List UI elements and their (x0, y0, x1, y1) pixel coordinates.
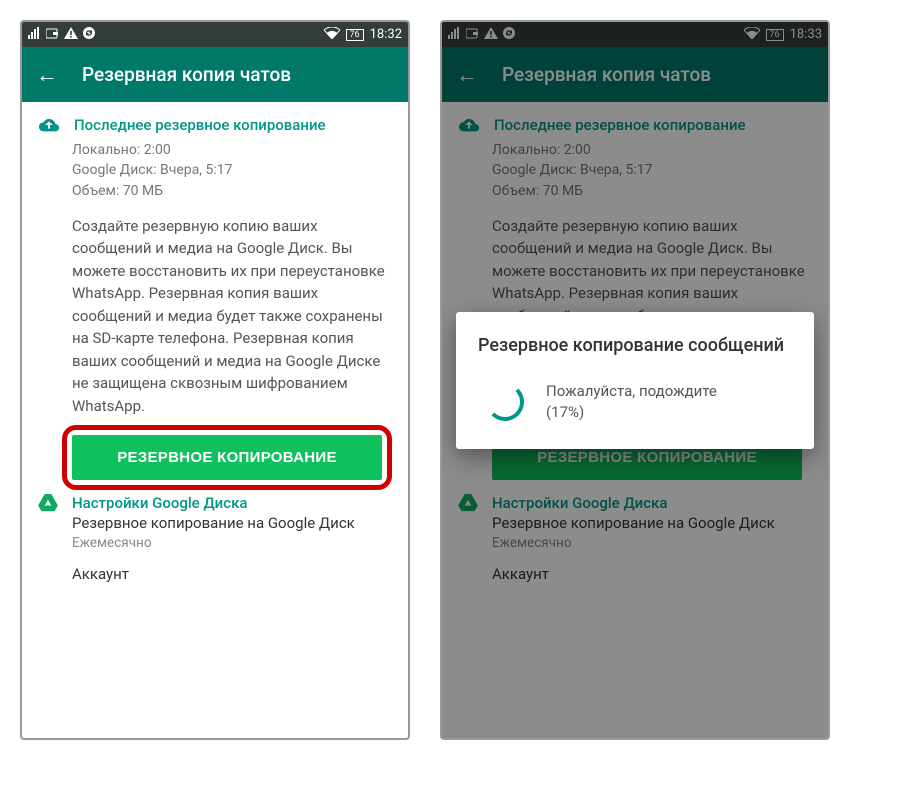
backup-google-drive-time: Google Диск: Вчера, 5:17 (72, 160, 392, 180)
cloud-upload-icon (38, 116, 60, 134)
status-bar: 76 18:32 (22, 22, 408, 47)
backup-size: Объем: 70 МБ (72, 181, 392, 201)
back-arrow-icon[interactable]: ← (36, 62, 58, 88)
gd-account[interactable]: Аккаунт (72, 565, 392, 583)
status-time: 18:32 (370, 27, 402, 42)
backup-local-time: Локально: 2:00 (72, 140, 392, 160)
sync-icon (82, 26, 96, 44)
wifi-icon (324, 27, 340, 43)
phone-screenshot-1: 76 18:32 ← Резервная копия чатов Последн… (20, 20, 410, 740)
google-drive-settings-title: Настройки Google Диска (72, 494, 247, 512)
dialog-progress-text: (17%) (546, 402, 717, 423)
battery-level: 76 (346, 29, 364, 41)
app-bar: ← Резервная копия чатов (22, 47, 408, 102)
signal-icon (28, 27, 42, 43)
google-drive-icon (38, 494, 58, 512)
progress-dialog: Резервное копирование сообщений Пожалуйс… (456, 312, 814, 449)
spinner-icon (486, 383, 524, 421)
phone-screenshot-2: 76 18:33 ← Резервная копия чатов Последн… (440, 20, 830, 740)
backup-button[interactable]: РЕЗЕРВНОЕ КОПИРОВАНИЕ (72, 435, 382, 480)
wallet-icon (46, 27, 60, 43)
dialog-wait-text: Пожалуйста, подождите (546, 381, 717, 402)
gd-backup-to-drive[interactable]: Резервное копирование на Google Диск (72, 514, 392, 532)
warning-icon (64, 27, 78, 43)
dialog-title: Резервное копирование сообщений (478, 334, 792, 357)
page-title: Резервная копия чатов (82, 63, 291, 86)
backup-description: Создайте резервную копию ваших сообщений… (72, 215, 392, 418)
gd-frequency: Ежемесячно (72, 535, 392, 551)
last-backup-title: Последнее резервное копирование (74, 116, 326, 134)
